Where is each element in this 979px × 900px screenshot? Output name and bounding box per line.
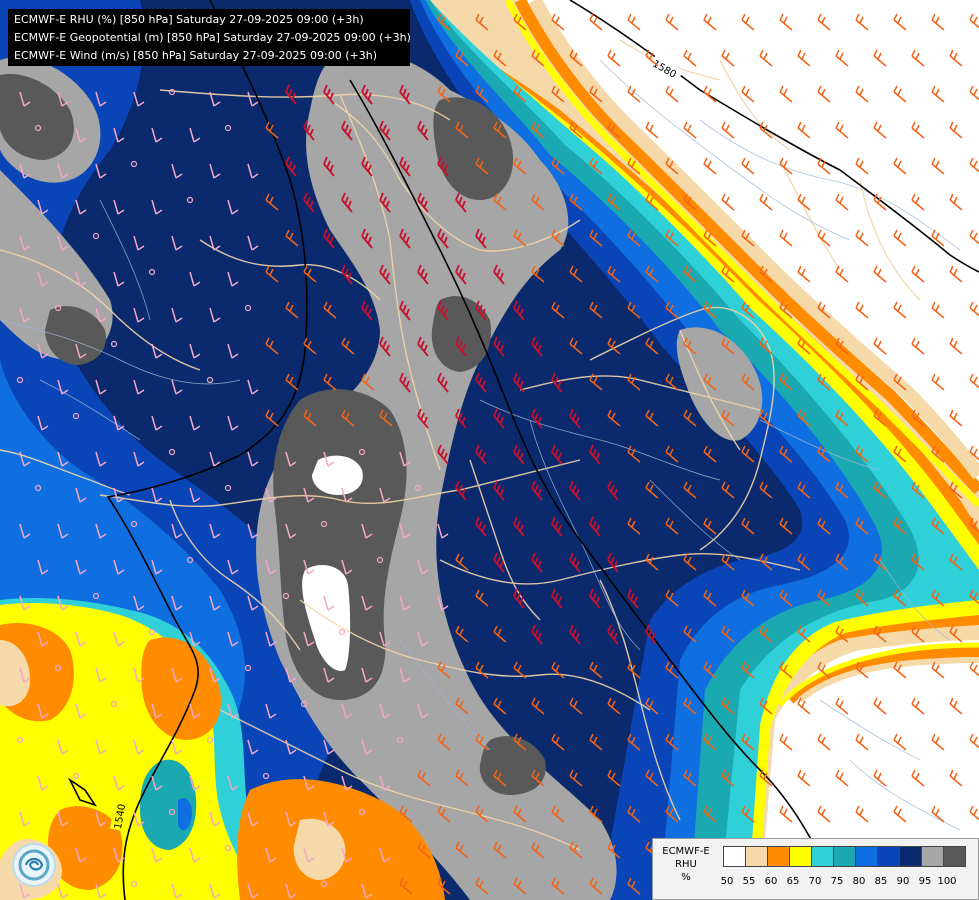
legend-swatch	[877, 846, 900, 867]
legend-tick-label: 80	[852, 876, 866, 887]
rhu-legend: ECMWF-E RHU % 50 55 60 65 70 75 80 85 90 95 100	[652, 838, 979, 900]
legend-swatch	[811, 846, 834, 867]
rhu-field	[0, 0, 979, 900]
title-rhu: ECMWF-E RHU (%) [850 hPa] Saturday 27-09…	[14, 13, 364, 26]
legend-tick-label: 95	[918, 876, 932, 887]
legend-tick-label: 65	[786, 876, 800, 887]
legend-title-line-2: RHU	[675, 859, 697, 870]
legend-swatch	[745, 846, 768, 867]
legend-swatch	[789, 846, 812, 867]
legend-swatch	[833, 846, 856, 867]
legend-tick-label: 70	[808, 876, 822, 887]
legend-swatch	[921, 846, 944, 867]
legend-swatch	[943, 846, 966, 867]
legend-tick-label: 60	[764, 876, 778, 887]
rhu-map: 1580 1540	[0, 0, 979, 900]
legend-swatch	[723, 846, 746, 867]
legend-title-line-3: %	[681, 872, 691, 883]
title-wind: ECMWF-E Wind (m/s) [850 hPa] Saturday 27…	[14, 49, 377, 62]
legend-tick-label: 55	[742, 876, 756, 887]
ecmwf-logo-icon	[12, 843, 56, 887]
legend-ticks: 50 55 60 65 70 75 80 85 90 95 100	[720, 876, 979, 890]
legend-swatches	[723, 846, 966, 867]
legend-tick-label: 90	[896, 876, 910, 887]
legend-tick-label: 100	[937, 876, 957, 887]
legend-tick-label: 85	[874, 876, 888, 887]
legend-tick-label: 50	[720, 876, 734, 887]
legend-tick-label: 75	[830, 876, 844, 887]
legend-swatch	[767, 846, 790, 867]
map-title-box: ECMWF-E RHU (%) [850 hPa] Saturday 27-09…	[8, 9, 411, 66]
legend-title: ECMWF-E RHU %	[653, 845, 719, 884]
title-geopotential: ECMWF-E Geopotential (m) [850 hPa] Satur…	[14, 31, 411, 44]
legend-swatch	[899, 846, 922, 867]
legend-title-line-1: ECMWF-E	[662, 846, 710, 857]
legend-swatch	[855, 846, 878, 867]
